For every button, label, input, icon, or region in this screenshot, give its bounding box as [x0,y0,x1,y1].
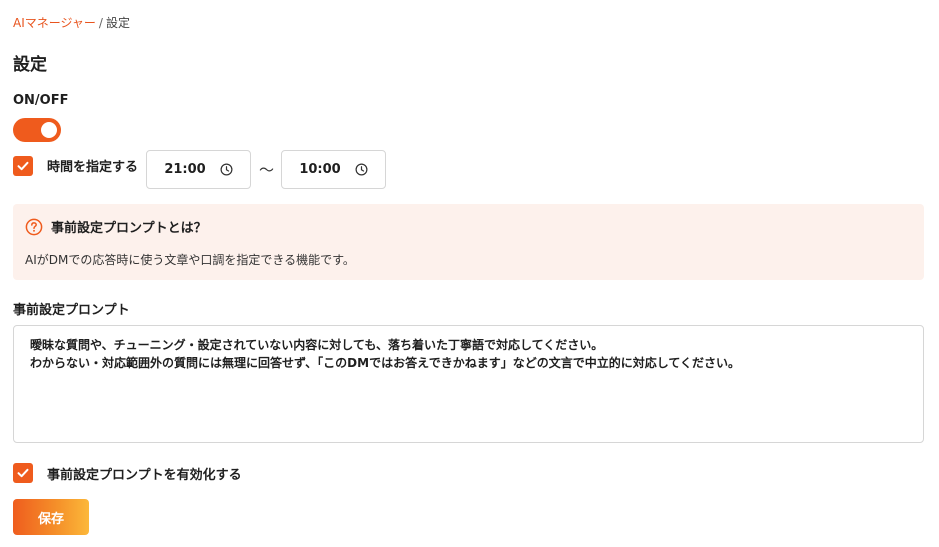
clock-icon [355,163,368,176]
settings-page: AIマネージャー / 設定 設定 ON/OFF 時間を指定する 21:00 〜 10… [0,0,939,547]
end-time-input[interactable]: 10:00 [281,150,387,189]
check-icon [17,161,29,170]
prompt-line-1: 曖昧な質問や、チューニング・設定されていない内容に対しても、落ち着いた丁寧語で対… [30,338,604,352]
info-header: 事前設定プロンプトとは？ [25,217,912,236]
prompt-line-2: わからない・対応範囲外の質問には無理に回答せず、「このDMではお答えできかねます… [30,356,740,370]
schedule-row: 時間を指定する 21:00 〜 10:00 [13,150,387,189]
check-icon [17,468,29,478]
prompt-label: 事前設定プロンプト [13,303,130,318]
onoff-label: ON/OFF [13,93,69,108]
breadcrumb: AIマネージャー / 設定 [13,14,130,31]
enable-prompt-row: 事前設定プロンプトを有効化する [13,463,242,483]
prompt-info-box: 事前設定プロンプトとは？ AIがDMでの応答時に使う文章や口調を指定できる機能で… [13,204,924,280]
schedule-checkbox[interactable] [13,155,33,176]
start-time-value: 21:00 [164,162,206,177]
enable-prompt-checkbox[interactable] [13,463,33,483]
question-circle-icon [25,218,43,235]
start-time-input[interactable]: 21:00 [146,150,252,189]
breadcrumb-separator: / [98,16,103,30]
prompt-textarea[interactable]: 曖昧な質問や、チューニング・設定されていない内容に対しても、落ち着いた丁寧語で対… [13,325,924,443]
enable-prompt-label: 事前設定プロンプトを有効化する [47,467,242,483]
schedule-label: 時間を指定する [47,160,139,175]
info-body: AIがDMでの応答時に使う文章や口調を指定できる機能です。 [25,253,355,267]
clock-icon [220,163,233,176]
page-title: 設定 [13,55,47,75]
save-button[interactable]: 保存 [13,499,89,535]
info-title: 事前設定プロンプトとは？ [51,221,207,236]
onoff-toggle[interactable] [13,118,61,142]
time-range-separator: 〜 [259,161,275,179]
breadcrumb-current: 設定 [105,16,130,30]
end-time-value: 10:00 [299,162,341,177]
breadcrumb-link-ai-manager[interactable]: AIマネージャー [13,16,96,30]
toggle-knob [41,122,57,138]
